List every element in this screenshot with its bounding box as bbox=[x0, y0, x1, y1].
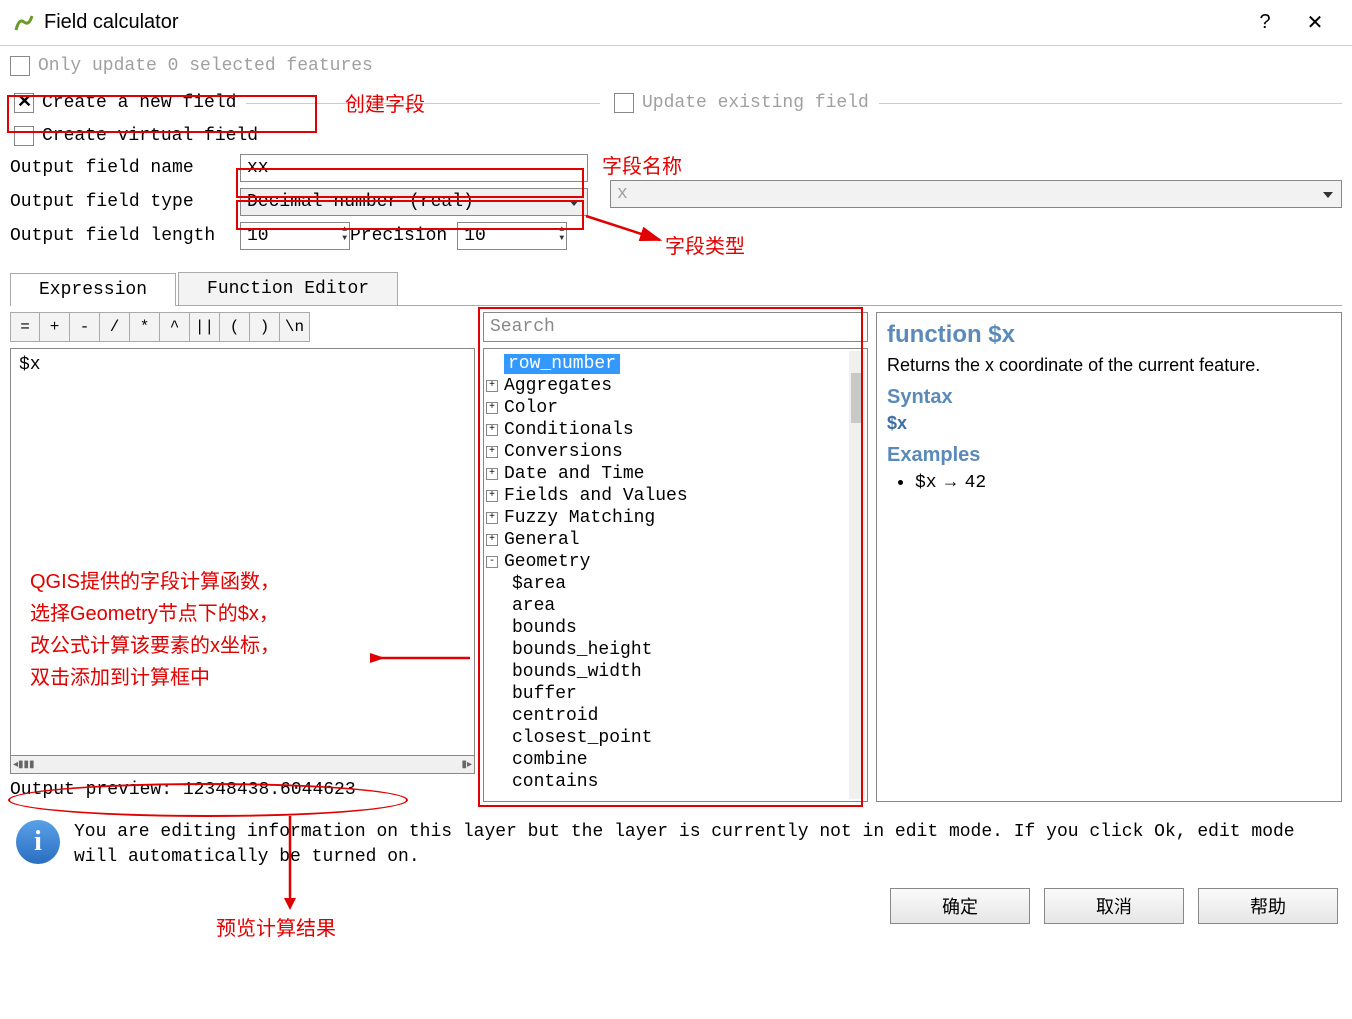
create-new-field-label: Create a new field bbox=[42, 93, 236, 113]
expression-editor[interactable]: $x bbox=[10, 348, 475, 756]
update-existing-label: Update existing field bbox=[642, 93, 869, 113]
op-button[interactable]: + bbox=[40, 312, 70, 342]
output-type-label: Output field type bbox=[10, 192, 240, 212]
tree-item[interactable]: Color bbox=[504, 398, 558, 418]
expand-icon[interactable]: + bbox=[486, 402, 498, 414]
op-button[interactable]: || bbox=[190, 312, 220, 342]
expand-icon[interactable]: + bbox=[486, 512, 498, 524]
help-icon[interactable]: ? bbox=[1240, 3, 1290, 43]
tab-expression[interactable]: Expression bbox=[10, 273, 176, 306]
tree-item[interactable]: closest_point bbox=[512, 728, 652, 748]
tree-item[interactable]: Fields and Values bbox=[504, 486, 688, 506]
tree-vscrollbar[interactable] bbox=[849, 351, 865, 799]
help-button[interactable]: 帮助 bbox=[1198, 888, 1338, 924]
precision-label: Precision bbox=[350, 226, 447, 246]
window-title: Field calculator bbox=[44, 11, 1240, 34]
app-icon bbox=[12, 11, 36, 35]
tree-item-row-number[interactable]: row_number bbox=[504, 354, 620, 374]
preview-label: Output preview: bbox=[10, 780, 183, 800]
help-panel: function $x Returns the x coordinate of … bbox=[876, 312, 1342, 802]
help-syntax: $x bbox=[887, 413, 1331, 434]
info-icon: i bbox=[16, 820, 60, 864]
existing-field-select[interactable]: x bbox=[610, 180, 1342, 208]
collapse-icon[interactable]: - bbox=[486, 556, 498, 568]
expand-icon[interactable]: + bbox=[486, 534, 498, 546]
tree-item[interactable]: buffer bbox=[512, 684, 577, 704]
preview-value: 12348438.6044623 bbox=[183, 780, 356, 800]
precision-spinner[interactable]: 10▲▼ bbox=[457, 222, 567, 250]
op-button[interactable]: = bbox=[10, 312, 40, 342]
op-button[interactable]: ( bbox=[220, 312, 250, 342]
close-icon[interactable]: ✕ bbox=[1290, 3, 1340, 43]
tree-item[interactable]: bounds bbox=[512, 618, 577, 638]
create-virtual-checkbox[interactable] bbox=[14, 126, 34, 146]
output-type-select[interactable]: Decimal number (real) bbox=[240, 188, 588, 216]
output-length-spinner[interactable]: 10▲▼ bbox=[240, 222, 350, 250]
cancel-button[interactable]: 取消 bbox=[1044, 888, 1184, 924]
create-new-field-checkbox[interactable] bbox=[14, 93, 34, 113]
op-button[interactable]: - bbox=[70, 312, 100, 342]
search-input[interactable]: Search bbox=[483, 312, 868, 342]
only-update-label: Only update 0 selected features bbox=[38, 56, 373, 76]
tree-item[interactable]: combine bbox=[512, 750, 588, 770]
expand-icon[interactable]: + bbox=[486, 380, 498, 392]
expand-icon[interactable]: + bbox=[486, 468, 498, 480]
op-button[interactable]: \n bbox=[280, 312, 310, 342]
editor-hscrollbar[interactable]: ◂▮▮▮▮▸ bbox=[10, 756, 475, 774]
tree-item[interactable]: Aggregates bbox=[504, 376, 612, 396]
tree-item[interactable]: $area bbox=[512, 574, 566, 594]
tree-item[interactable]: area bbox=[512, 596, 555, 616]
tree-item[interactable]: bounds_height bbox=[512, 640, 652, 660]
help-title: function $x bbox=[887, 321, 1331, 349]
help-description: Returns the x coordinate of the current … bbox=[887, 355, 1331, 376]
only-update-checkbox[interactable] bbox=[10, 56, 30, 76]
tree-item[interactable]: Conditionals bbox=[504, 420, 634, 440]
update-existing-checkbox[interactable] bbox=[614, 93, 634, 113]
expand-icon[interactable]: + bbox=[486, 424, 498, 436]
tree-item[interactable]: bounds_width bbox=[512, 662, 642, 682]
tree-item[interactable]: Conversions bbox=[504, 442, 623, 462]
tree-item[interactable]: General bbox=[504, 530, 580, 550]
output-name-input[interactable] bbox=[240, 154, 588, 182]
tree-item[interactable]: contains bbox=[512, 772, 598, 792]
create-virtual-label: Create virtual field bbox=[42, 126, 258, 146]
expand-icon[interactable]: + bbox=[486, 490, 498, 502]
help-examples-heading: Examples bbox=[887, 444, 1331, 467]
tree-item[interactable]: Fuzzy Matching bbox=[504, 508, 655, 528]
tree-item[interactable]: centroid bbox=[512, 706, 598, 726]
op-button[interactable]: * bbox=[130, 312, 160, 342]
op-button[interactable]: ^ bbox=[160, 312, 190, 342]
op-button[interactable]: / bbox=[100, 312, 130, 342]
info-message: You are editing information on this laye… bbox=[74, 820, 1336, 870]
expand-icon[interactable]: + bbox=[486, 446, 498, 458]
tree-item[interactable]: Date and Time bbox=[504, 464, 644, 484]
help-syntax-heading: Syntax bbox=[887, 386, 1331, 409]
tree-item-geometry[interactable]: Geometry bbox=[504, 552, 590, 572]
output-length-label: Output field length bbox=[10, 226, 240, 246]
help-example: $x → 42 bbox=[915, 471, 1331, 493]
function-tree[interactable]: row_number + Aggregates + Color + Conditional… bbox=[483, 348, 868, 802]
output-name-label: Output field name bbox=[10, 158, 240, 178]
ok-button[interactable]: 确定 bbox=[890, 888, 1030, 924]
tab-function-editor[interactable]: Function Editor bbox=[178, 272, 398, 305]
op-button[interactable]: ) bbox=[250, 312, 280, 342]
